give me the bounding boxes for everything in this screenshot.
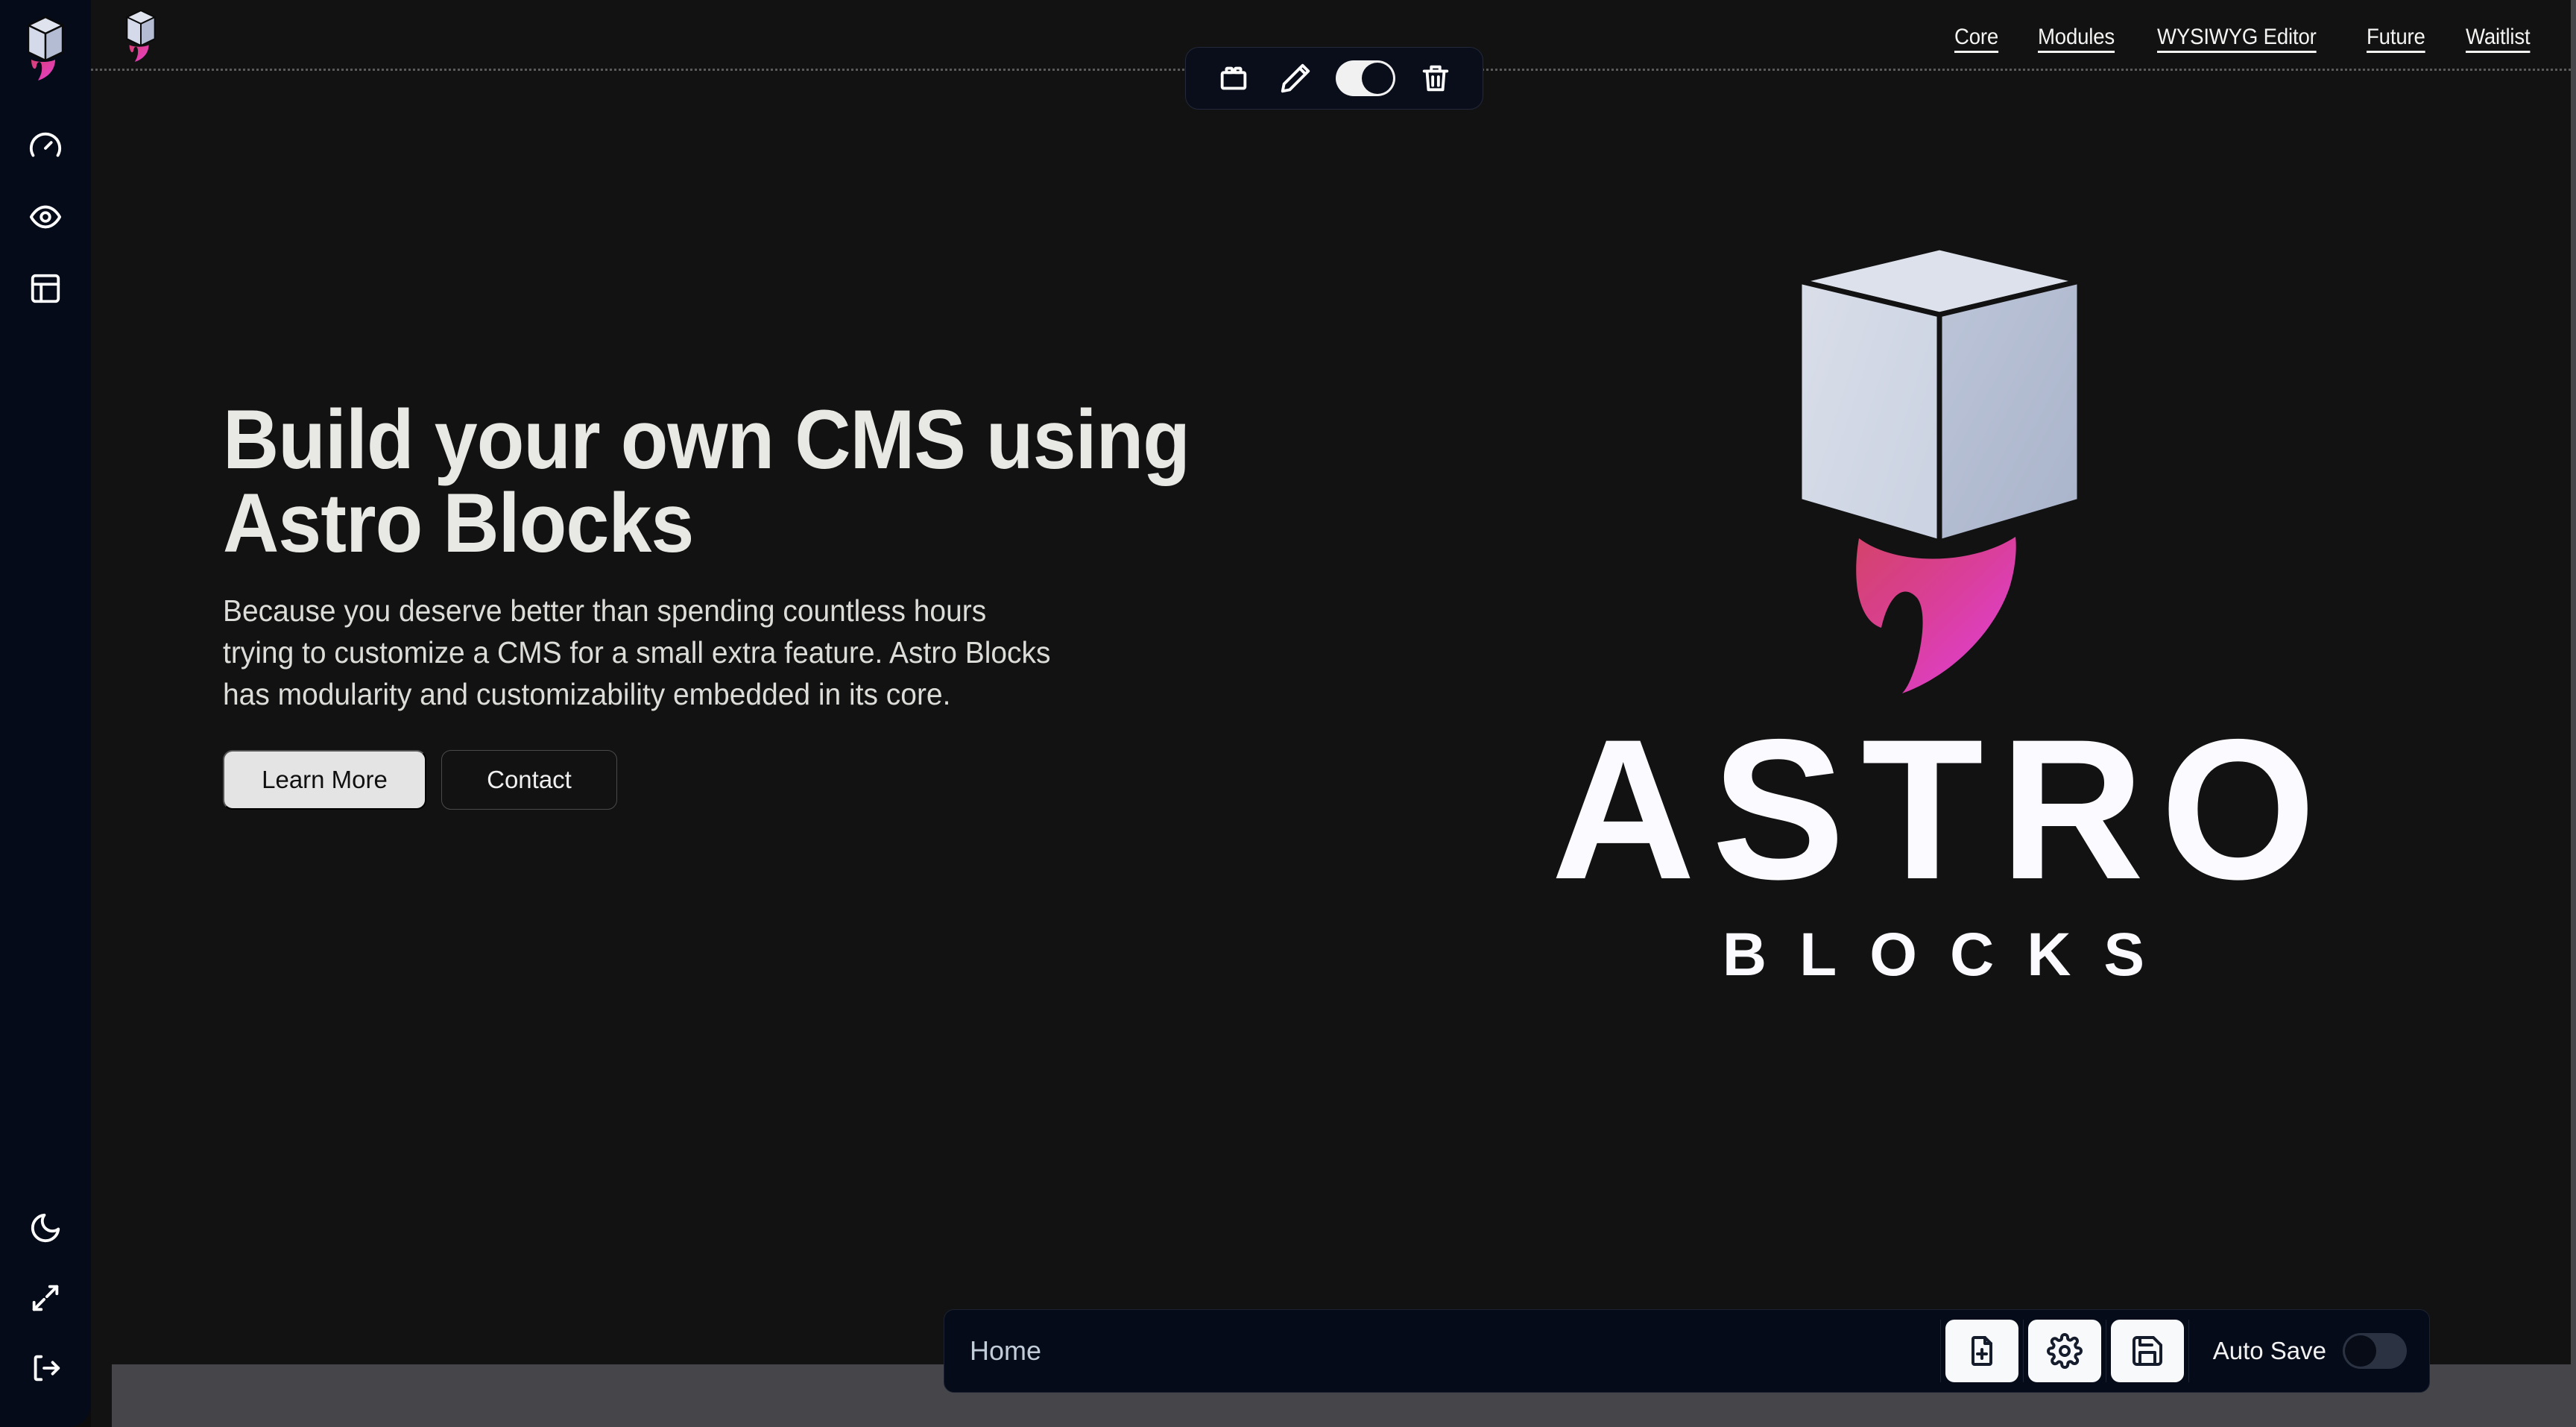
page-action-bar: Home Auto Save xyxy=(944,1309,2430,1393)
expand-arrows-icon xyxy=(32,1285,59,1311)
hero-cta-group: Learn More Contact xyxy=(223,749,1341,810)
block-visibility-toggle[interactable] xyxy=(1335,60,1395,96)
hero-section: Build your own CMS using Astro Blocks Be… xyxy=(91,71,2571,1271)
save-page-button[interactable] xyxy=(2110,1320,2184,1382)
nav-link-modules[interactable]: Modules xyxy=(2038,25,2115,50)
autosave-control: Auto Save xyxy=(2213,1333,2407,1369)
contact-button[interactable]: Contact xyxy=(441,749,617,810)
sidebar-nav xyxy=(28,128,63,306)
left-sidebar xyxy=(0,0,91,1427)
nav-link-core[interactable]: Core xyxy=(1954,25,1998,50)
learn-more-button[interactable]: Learn More xyxy=(223,749,426,810)
layout-panel-icon xyxy=(31,274,60,303)
sidebar-item-preview[interactable] xyxy=(28,200,63,234)
hero-title-line-2: Astro Blocks xyxy=(223,476,694,570)
toggle-knob xyxy=(2345,1335,2376,1367)
save-floppy-icon xyxy=(2132,1336,2162,1366)
pencil-icon xyxy=(1281,63,1310,93)
new-page-button[interactable] xyxy=(1945,1320,2018,1382)
edit-block-button[interactable] xyxy=(1274,57,1317,100)
hero-title-line-1: Build your own CMS using xyxy=(223,393,1190,487)
eye-icon xyxy=(29,205,62,229)
lego-block-icon xyxy=(1220,66,1246,90)
nav-link-waitlist[interactable]: Waitlist xyxy=(2466,25,2531,50)
hero-brand: ASTRO BLOCKS xyxy=(1341,71,2526,1271)
sidebar-item-layout[interactable] xyxy=(28,271,63,306)
hero-paragraph-line-1: Because you deserve better than spending… xyxy=(223,593,987,629)
brand-wordmark-blocks: BLOCKS xyxy=(1722,921,2178,989)
vertical-scrollbar[interactable] xyxy=(2571,0,2576,1427)
add-block-button[interactable] xyxy=(1212,57,1255,100)
astro-blocks-cube-flame-logo-icon xyxy=(1796,245,2083,693)
autosave-toggle[interactable] xyxy=(2343,1333,2407,1369)
brand-wordmark-astro: ASTRO xyxy=(1551,696,2332,921)
gauge-icon xyxy=(29,132,62,157)
file-plus-icon xyxy=(1971,1336,1992,1366)
block-toolbar xyxy=(1185,47,1483,110)
nav-link-wysiwyg-editor[interactable]: WYSIWYG Editor xyxy=(2157,25,2317,50)
gear-icon xyxy=(2046,1333,2083,1369)
nav-link-future[interactable]: Future xyxy=(2367,25,2425,50)
fullscreen-toggle[interactable] xyxy=(28,1281,63,1315)
page-settings-button[interactable] xyxy=(2027,1320,2101,1382)
dark-mode-toggle[interactable] xyxy=(28,1211,63,1245)
toggle-knob xyxy=(1361,63,1393,94)
editor-canvas: Core Modules WYSIWYG Editor Future Waitl… xyxy=(91,0,2571,1427)
hero-paragraph: Because you deserve better than spending… xyxy=(223,590,1073,715)
divider xyxy=(1939,1320,1941,1382)
current-page-name: Home xyxy=(970,1335,1042,1366)
astro-blocks-cube-flame-logo-icon xyxy=(27,16,64,81)
astro-blocks-cube-flame-logo-icon xyxy=(126,10,156,62)
header-logo[interactable] xyxy=(119,7,163,64)
divider xyxy=(2188,1320,2189,1382)
app-root: Core Modules WYSIWYG Editor Future Waitl… xyxy=(0,0,2576,1427)
delete-block-button[interactable] xyxy=(1414,57,1457,100)
sidebar-logo[interactable] xyxy=(18,13,73,82)
logout-button[interactable] xyxy=(28,1351,63,1385)
page-title: Build your own CMS using Astro Blocks xyxy=(223,398,1263,565)
sidebar-bottom-nav xyxy=(28,1211,63,1385)
autosave-label: Auto Save xyxy=(2212,1337,2326,1364)
main-nav: Core Modules WYSIWYG Editor Future Waitl… xyxy=(1954,25,2536,50)
moon-icon xyxy=(31,1213,60,1243)
page-bar-actions xyxy=(1939,1320,2189,1382)
divider xyxy=(2022,1320,2024,1382)
hero-copy: Build your own CMS using Astro Blocks Be… xyxy=(223,71,1341,1271)
hero-paragraph-line-2: trying to customize a CMS for a small ex… xyxy=(223,635,1051,670)
hero-paragraph-line-3: has modularity and customizability embed… xyxy=(223,676,951,711)
logout-icon xyxy=(34,1355,60,1382)
sidebar-item-dashboard[interactable] xyxy=(28,128,63,163)
trash-icon xyxy=(1422,65,1448,92)
